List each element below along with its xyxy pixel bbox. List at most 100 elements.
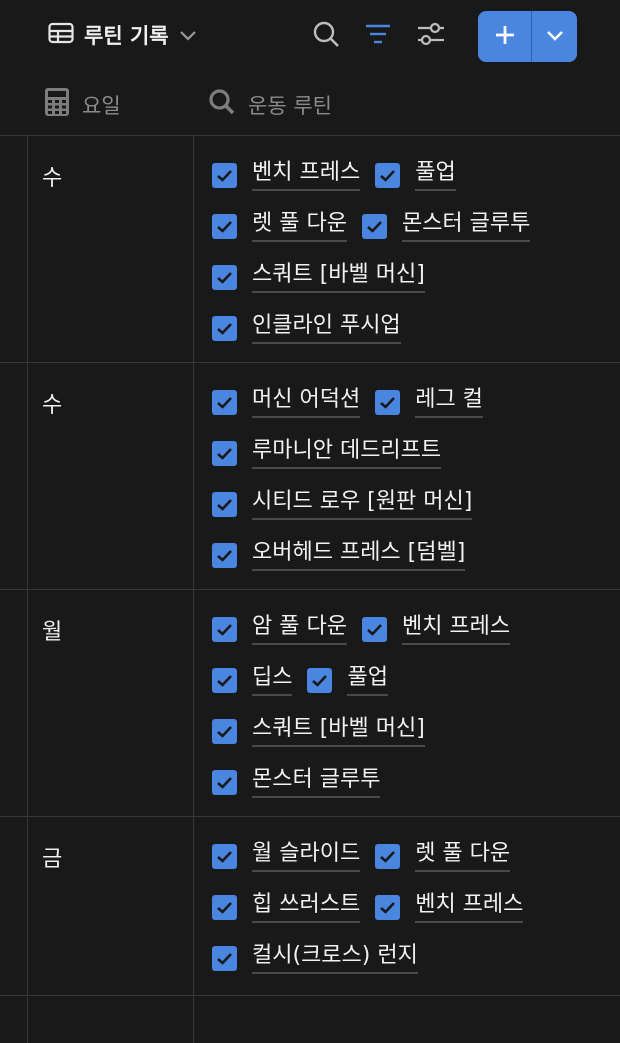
- checkbox-checked-icon[interactable]: [212, 894, 237, 920]
- table-row[interactable]: 금 월 슬라이드 렛 풀 다운힙 쓰러스트 벤치 프레스컬시(크로스) 런지: [0, 816, 620, 1043]
- routine-item-label[interactable]: 월 슬라이드: [252, 840, 361, 872]
- routine-item-label[interactable]: 렛 풀 다운: [415, 840, 511, 872]
- routine-item[interactable]: 월 슬라이드: [212, 840, 361, 872]
- routine-item[interactable]: 벤치 프레스: [361, 613, 511, 645]
- routine-item[interactable]: 딥스: [212, 664, 293, 696]
- checkbox-checked-icon[interactable]: [212, 843, 237, 869]
- routine-line: 시티드 로우 [원판 머신]: [212, 488, 498, 539]
- routine-item[interactable]: 레그 컬: [375, 386, 483, 418]
- routine-item[interactable]: 시티드 로우 [원판 머신]: [212, 488, 473, 520]
- routine-item-label[interactable]: 시티드 로우 [원판 머신]: [252, 488, 473, 520]
- routine-item[interactable]: 암 풀 다운: [212, 613, 347, 645]
- checkbox-checked-icon[interactable]: [375, 389, 401, 415]
- divider: [27, 590, 28, 816]
- routine-item[interactable]: 오버헤드 프레스 [덤벨]: [212, 539, 466, 571]
- checkbox-checked-icon[interactable]: [212, 616, 237, 642]
- routine-item-label[interactable]: 암 풀 다운: [252, 613, 347, 645]
- day-cell: 금: [42, 847, 63, 872]
- routine-item-label[interactable]: 딥스: [252, 664, 293, 696]
- checkbox-checked-icon[interactable]: [212, 945, 237, 971]
- search-icon: [208, 88, 236, 121]
- checkbox-checked-icon[interactable]: [375, 843, 401, 869]
- column-header-routine[interactable]: 운동 루틴: [208, 74, 332, 135]
- routine-item-label[interactable]: 벤치 프레스: [401, 613, 511, 645]
- routine-item[interactable]: 스쿼트 [바벨 머신]: [212, 715, 425, 747]
- routine-item[interactable]: 렛 풀 다운: [212, 210, 347, 242]
- checkbox-checked-icon[interactable]: [212, 542, 237, 568]
- table-row[interactable]: 수 벤치 프레스 풀업 렛 풀 다운 몬스터 글루투 스쿼트 [바벨 머신] 인클라인 푸시…: [0, 135, 620, 362]
- filter-button[interactable]: [362, 20, 394, 52]
- routine-item[interactable]: 벤치 프레스: [212, 159, 361, 191]
- view-selector[interactable]: 루틴 기록: [48, 14, 197, 56]
- routine-item-label[interactable]: 렛 풀 다운: [252, 210, 347, 242]
- add-button[interactable]: [478, 11, 531, 62]
- checkbox-checked-icon[interactable]: [212, 440, 237, 466]
- routine-line: 머신 어덕션 레그 컬: [212, 386, 498, 437]
- divider: [0, 995, 620, 996]
- routine-item[interactable]: 힙 쓰러스트: [212, 891, 361, 923]
- routine-item[interactable]: 스쿼트 [바벨 머신]: [212, 261, 425, 293]
- calendar-icon: [44, 87, 70, 122]
- routine-item-label[interactable]: 인클라인 푸시업: [252, 312, 401, 344]
- column-header-day[interactable]: 요일: [44, 74, 121, 135]
- routine-item[interactable]: 풀업: [307, 664, 388, 696]
- checkbox-checked-icon[interactable]: [361, 213, 387, 239]
- checkbox-checked-icon[interactable]: [212, 491, 237, 517]
- routine-item[interactable]: 벤치 프레스: [375, 891, 524, 923]
- day-cell: 월: [42, 620, 63, 645]
- routine-item[interactable]: 머신 어덕션: [212, 386, 361, 418]
- search-button[interactable]: [310, 20, 342, 52]
- routine-item[interactable]: 몬스터 글루투: [212, 766, 381, 798]
- routine-line: 몬스터 글루투: [212, 766, 525, 817]
- checkbox-checked-icon[interactable]: [375, 162, 401, 188]
- routine-item[interactable]: 렛 풀 다운: [375, 840, 511, 872]
- checkbox-checked-icon[interactable]: [307, 667, 333, 693]
- checkbox-checked-icon[interactable]: [212, 162, 237, 188]
- divider: [27, 817, 28, 1043]
- checkbox-checked-icon[interactable]: [212, 667, 237, 693]
- view-title: 루틴 기록: [84, 24, 169, 48]
- add-options-button[interactable]: [532, 11, 577, 62]
- routine-item[interactable]: 루마니안 데드리프트: [212, 437, 442, 469]
- checkbox-checked-icon[interactable]: [212, 213, 237, 239]
- settings-button[interactable]: [415, 20, 447, 52]
- chevron-down-icon: [545, 27, 565, 46]
- routine-cell[interactable]: 암 풀 다운 벤치 프레스딥스 풀업스쿼트 [바벨 머신] 몬스터 글루투: [212, 613, 525, 817]
- routine-item-label[interactable]: 루마니안 데드리프트: [252, 437, 442, 469]
- table-row[interactable]: 월 암 풀 다운 벤치 프레스딥스 풀업스쿼트 [바벨 머신] 몬스터 글루투: [0, 589, 620, 816]
- divider: [27, 136, 28, 362]
- routine-item-label[interactable]: 벤치 프레스: [252, 159, 361, 191]
- checkbox-checked-icon[interactable]: [212, 389, 237, 415]
- table-icon: [48, 22, 74, 48]
- checkbox-checked-icon[interactable]: [212, 769, 237, 795]
- routine-cell[interactable]: 머신 어덕션 레그 컬루마니안 데드리프트시티드 로우 [원판 머신] 오버헤드 프…: [212, 386, 498, 590]
- routine-item-label[interactable]: 컬시(크로스) 런지: [252, 942, 418, 974]
- checkbox-checked-icon[interactable]: [361, 616, 387, 642]
- routine-item[interactable]: 인클라인 푸시업: [212, 312, 401, 344]
- routine-item-label[interactable]: 스쿼트 [바벨 머신]: [252, 261, 425, 293]
- routine-item[interactable]: 몬스터 글루투: [361, 210, 531, 242]
- routine-item-label[interactable]: 벤치 프레스: [415, 891, 524, 923]
- routine-item-label[interactable]: 오버헤드 프레스 [덤벨]: [252, 539, 466, 571]
- routine-cell[interactable]: 벤치 프레스 풀업렛 풀 다운 몬스터 글루투스쿼트 [바벨 머신] 인클라인 푸시업: [212, 159, 545, 363]
- checkbox-checked-icon[interactable]: [212, 264, 237, 290]
- routine-item-label[interactable]: 몬스터 글루투: [252, 766, 381, 798]
- routine-item-label[interactable]: 머신 어덕션: [252, 386, 361, 418]
- routine-cell[interactable]: 월 슬라이드 렛 풀 다운힙 쓰러스트 벤치 프레스컬시(크로스) 런지: [212, 840, 538, 993]
- routine-item-label[interactable]: 풀업: [415, 159, 456, 191]
- routine-item-label[interactable]: 레그 컬: [415, 386, 483, 418]
- routine-item-label[interactable]: 몬스터 글루투: [401, 210, 531, 242]
- checkbox-checked-icon[interactable]: [212, 718, 237, 744]
- table-row[interactable]: 수 머신 어덕션 레그 컬루마니안 데드리프트시티드 로우 [원판 머신] 오버헤드 …: [0, 362, 620, 589]
- routine-item-label[interactable]: 힙 쓰러스트: [252, 891, 361, 923]
- routine-item[interactable]: 컬시(크로스) 런지: [212, 942, 418, 974]
- checkbox-checked-icon[interactable]: [375, 894, 401, 920]
- day-cell: 수: [42, 393, 63, 418]
- table-header: 요일 운동 루틴: [0, 74, 620, 135]
- routine-item[interactable]: 풀업: [375, 159, 456, 191]
- routine-item-label[interactable]: 스쿼트 [바벨 머신]: [252, 715, 425, 747]
- routine-line: 스쿼트 [바벨 머신]: [212, 261, 545, 312]
- routine-item-label[interactable]: 풀업: [347, 664, 388, 696]
- checkbox-checked-icon[interactable]: [212, 315, 237, 341]
- search-icon: [312, 20, 340, 52]
